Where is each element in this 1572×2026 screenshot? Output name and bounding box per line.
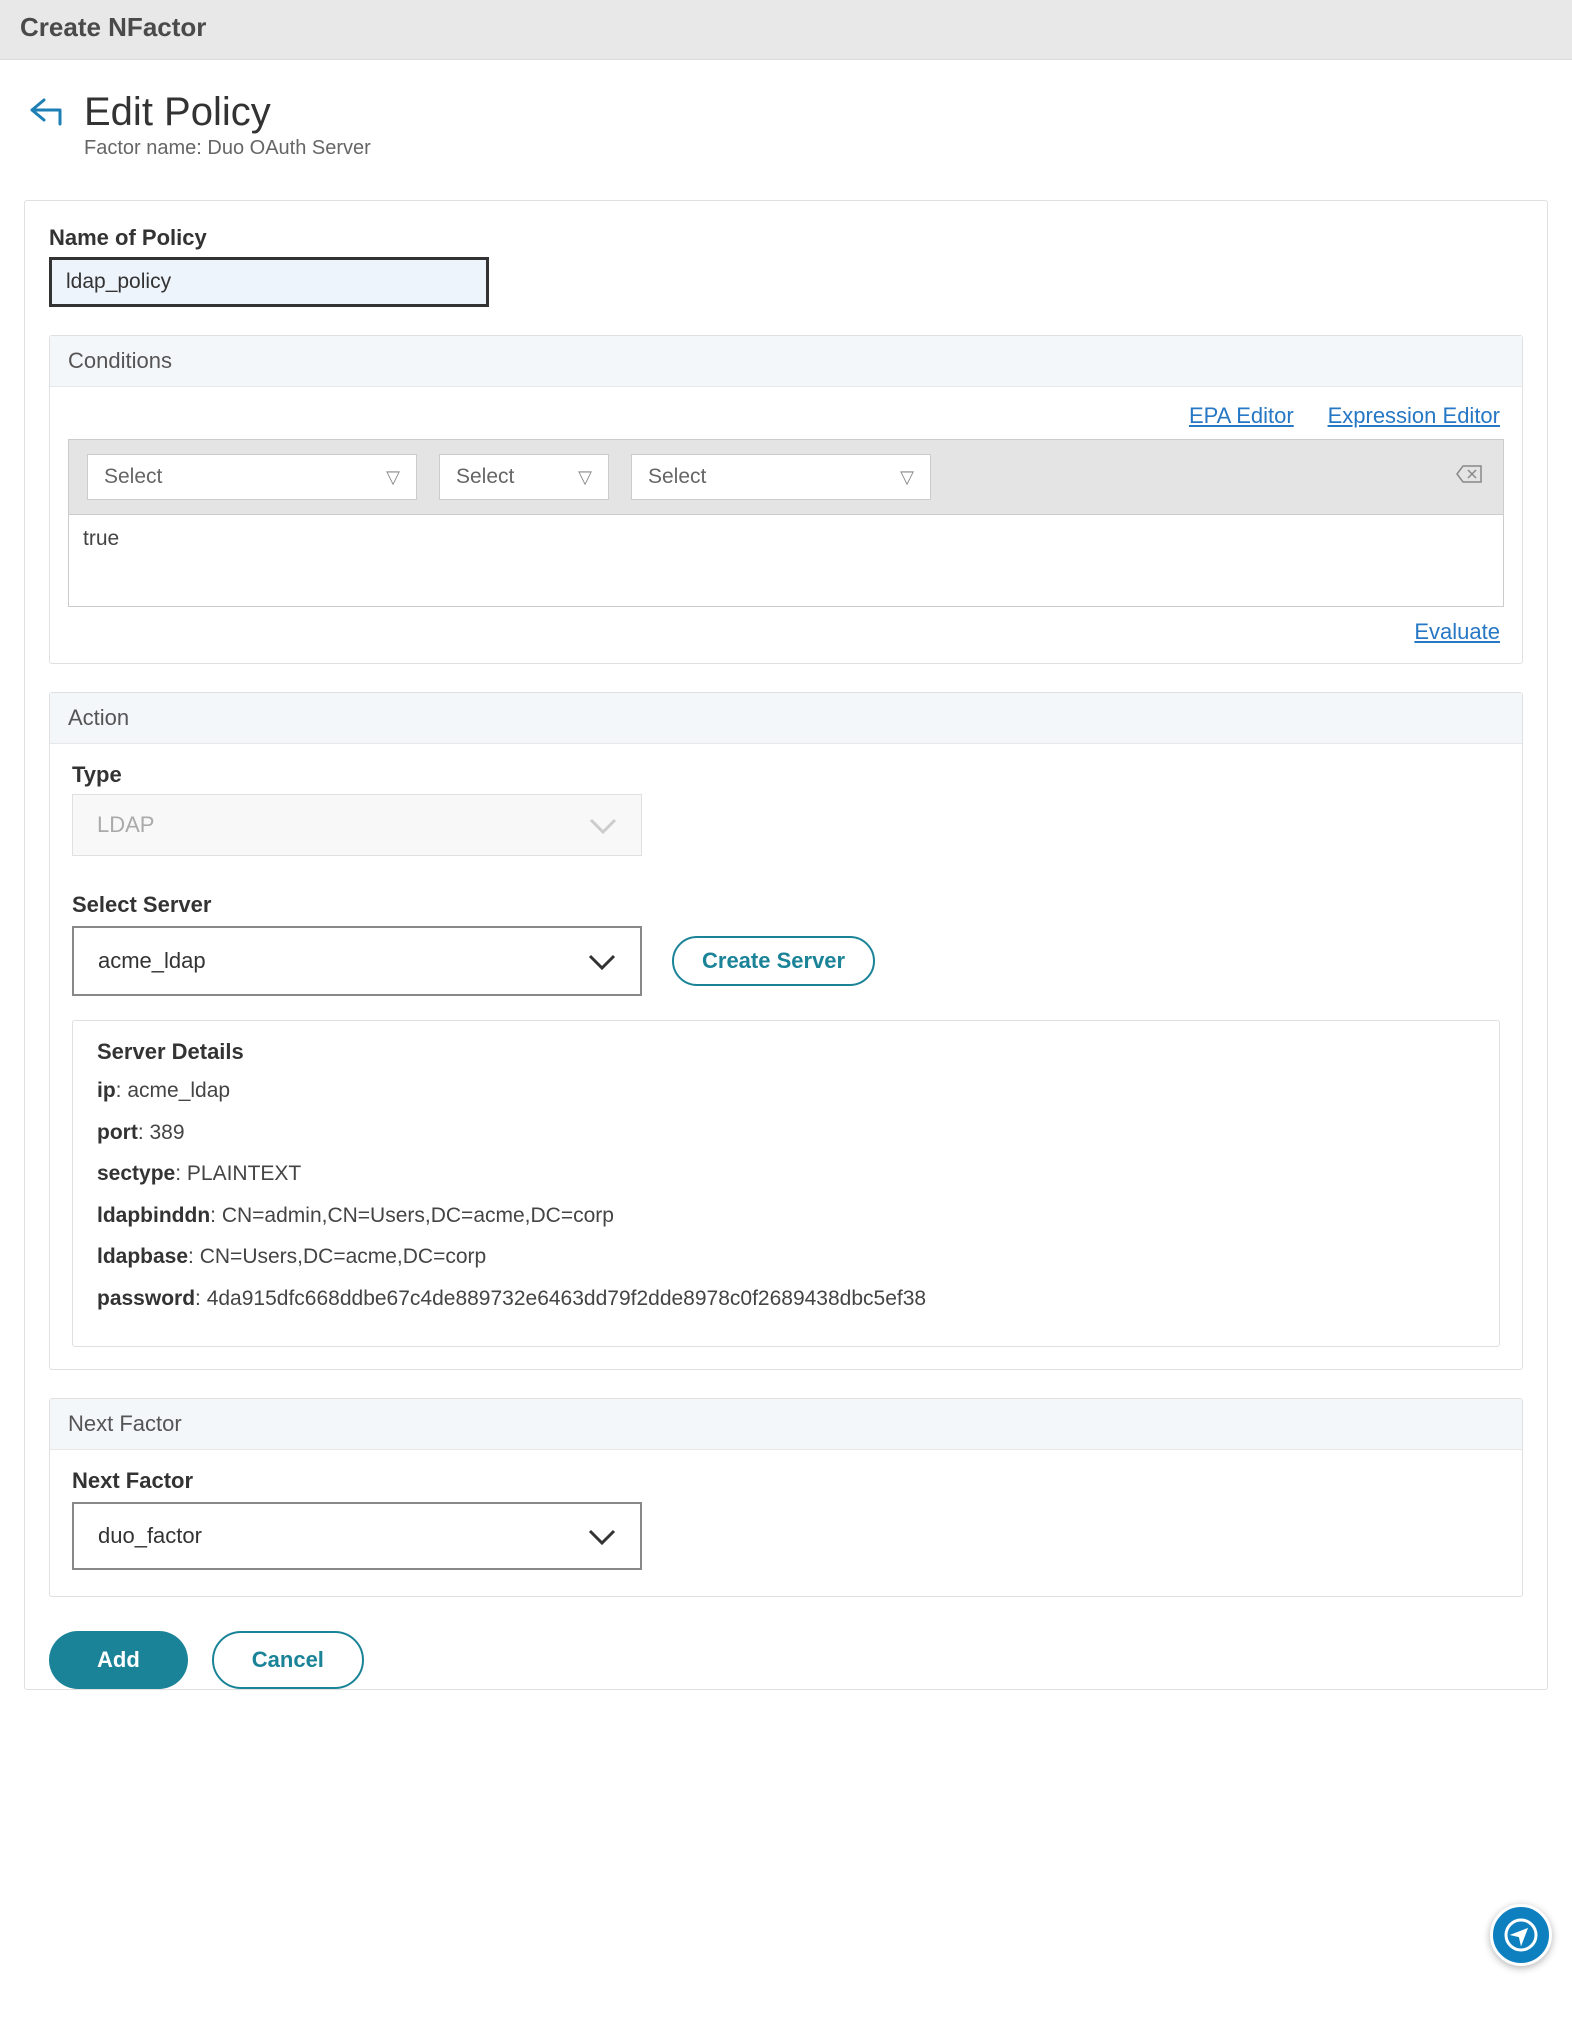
chevron-down-icon — [588, 1521, 616, 1552]
next-factor-label: Next Factor — [72, 1468, 1500, 1494]
next-factor-header: Next Factor — [50, 1399, 1522, 1450]
page-header: Edit Policy Factor name: Duo OAuth Serve… — [0, 60, 1572, 170]
select-server-label: Select Server — [72, 892, 1500, 918]
page-title: Edit Policy — [84, 90, 371, 135]
help-fab-button[interactable] — [1490, 1904, 1552, 1966]
next-factor-select[interactable]: duo_factor — [72, 1502, 642, 1570]
conditions-toolbar: Select ▽ Select ▽ Select ▽ — [68, 439, 1504, 515]
cond-select-1-label: Select — [104, 465, 162, 489]
factor-name-value: Duo OAuth Server — [207, 137, 370, 159]
detail-ldapbinddn: ldapbinddn: CN=admin,CN=Users,DC=acme,DC… — [97, 1200, 1475, 1232]
action-panel: Action Type LDAP Select Server acme_ldap — [49, 692, 1523, 1370]
factor-name-label: Factor name: — [84, 137, 202, 159]
cond-select-2[interactable]: Select ▽ — [439, 454, 609, 500]
policy-name-label: Name of Policy — [49, 225, 1523, 251]
action-header: Action — [50, 693, 1522, 744]
clear-expression-icon[interactable] — [1455, 464, 1483, 490]
next-factor-value: duo_factor — [98, 1523, 202, 1549]
cond-select-3-label: Select — [648, 465, 706, 489]
page-subtitle: Factor name: Duo OAuth Server — [84, 137, 371, 160]
detail-sectype: sectype: PLAINTEXT — [97, 1158, 1475, 1190]
server-details-title: Server Details — [97, 1039, 1475, 1065]
server-value: acme_ldap — [98, 948, 206, 974]
chevron-down-icon: ▽ — [900, 467, 914, 488]
type-label: Type — [72, 762, 1500, 788]
next-factor-panel: Next Factor Next Factor duo_factor — [49, 1398, 1523, 1597]
detail-port: port: 389 — [97, 1117, 1475, 1149]
cond-select-1[interactable]: Select ▽ — [87, 454, 417, 500]
detail-ip: ip: acme_ldap — [97, 1075, 1475, 1107]
policy-name-input[interactable] — [49, 257, 489, 307]
chevron-down-icon — [588, 946, 616, 977]
server-select[interactable]: acme_ldap — [72, 926, 642, 996]
cancel-button[interactable]: Cancel — [212, 1631, 364, 1689]
detail-ldapbase: ldapbase: CN=Users,DC=acme,DC=corp — [97, 1241, 1475, 1273]
chevron-down-icon: ▽ — [578, 467, 592, 488]
detail-password: password: 4da915dfc668ddbe67c4de889732e6… — [97, 1283, 1475, 1315]
app-title: Create NFactor — [20, 12, 1552, 43]
expression-editor-link[interactable]: Expression Editor — [1328, 403, 1500, 428]
type-value: LDAP — [97, 812, 154, 838]
create-server-button[interactable]: Create Server — [672, 936, 875, 986]
server-details: Server Details ip: acme_ldap port: 389 s… — [72, 1020, 1500, 1347]
cond-select-3[interactable]: Select ▽ — [631, 454, 931, 500]
conditions-panel: Conditions EPA Editor Expression Editor … — [49, 335, 1523, 664]
type-select: LDAP — [72, 794, 642, 856]
top-bar: Create NFactor — [0, 0, 1572, 60]
conditions-header: Conditions — [50, 336, 1522, 387]
chevron-down-icon — [589, 810, 617, 841]
add-button[interactable]: Add — [49, 1631, 188, 1689]
chevron-down-icon: ▽ — [386, 467, 400, 488]
cond-select-2-label: Select — [456, 465, 514, 489]
evaluate-link[interactable]: Evaluate — [1414, 619, 1500, 644]
navigation-arrow-icon — [1504, 1918, 1538, 1952]
expression-textarea[interactable]: true — [68, 515, 1504, 607]
epa-editor-link[interactable]: EPA Editor — [1189, 403, 1294, 428]
back-arrow-icon[interactable] — [30, 96, 68, 132]
